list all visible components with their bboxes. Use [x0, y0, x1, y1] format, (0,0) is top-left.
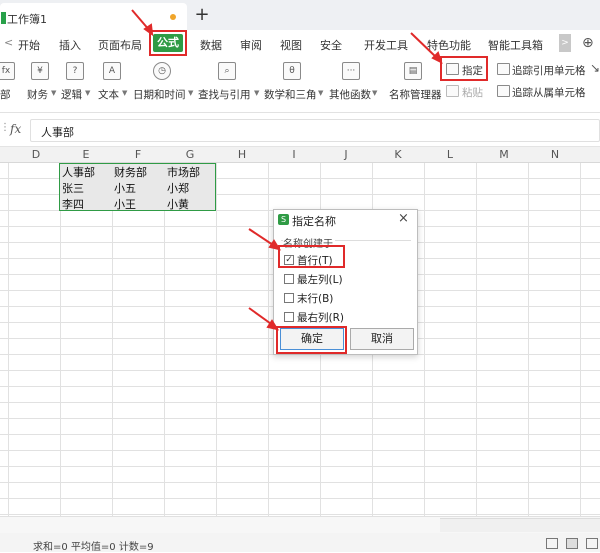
column-header-m[interactable]: M: [496, 148, 512, 161]
new-tab-button[interactable]: +: [194, 4, 210, 25]
column-header-d[interactable]: D: [30, 148, 42, 161]
chevron-down-icon[interactable]: ▼: [372, 89, 377, 97]
tab-features[interactable]: 特色功能: [427, 37, 471, 53]
fullscreen-icon[interactable]: [546, 538, 558, 549]
ribbon-math-label[interactable]: 数学和三角: [264, 87, 317, 102]
ribbon-datetime-label[interactable]: 日期和时间: [133, 87, 186, 102]
paste-button[interactable]: 粘贴: [462, 85, 483, 100]
tab-data[interactable]: 数据: [200, 37, 222, 53]
ribbon-all-label[interactable]: 部: [0, 87, 11, 102]
tab-review[interactable]: 审阅: [240, 37, 262, 53]
column-header-h[interactable]: H: [236, 148, 248, 161]
logic-icon[interactable]: ?: [66, 62, 84, 80]
cell-f2[interactable]: 小五: [114, 180, 136, 196]
formula-input[interactable]: [30, 119, 600, 142]
cell-g1[interactable]: 市场部: [167, 164, 200, 180]
tab-view[interactable]: 视图: [280, 37, 302, 53]
checkbox-left-column[interactable]: [284, 274, 294, 284]
more-tabs-button[interactable]: >: [559, 34, 571, 52]
formula-value: 人事部: [41, 126, 74, 139]
cancel-button[interactable]: 取消: [350, 328, 414, 350]
ribbon-name-manager-label[interactable]: 名称管理器: [389, 87, 442, 102]
lookup-icon[interactable]: ⌕: [218, 62, 236, 80]
cell-f1[interactable]: 财务部: [114, 164, 147, 180]
ribbon-finance-label[interactable]: 财务: [27, 87, 48, 102]
column-header-k[interactable]: K: [392, 148, 404, 161]
cell-f3[interactable]: 小王: [114, 196, 136, 212]
checkbox-bottom-row[interactable]: [284, 293, 294, 303]
checkbox-top-row[interactable]: ✓: [284, 255, 294, 265]
checkbox-right-column[interactable]: [284, 312, 294, 322]
trace-dependents-icon[interactable]: [497, 85, 510, 97]
ribbon-text-label[interactable]: 文本: [98, 87, 119, 102]
option-left-column-label[interactable]: 最左列(L): [297, 272, 343, 287]
tab-formula[interactable]: 公式: [153, 34, 183, 52]
column-header-g[interactable]: G: [184, 148, 196, 161]
dialog-app-icon: S: [278, 214, 289, 225]
status-summary: 求和=0 平均值=0 计数=9: [33, 542, 154, 553]
spreadsheet-icon: [1, 12, 6, 24]
more-functions-icon[interactable]: ···: [342, 62, 360, 80]
normal-view-icon[interactable]: [566, 538, 578, 549]
dialog-title: 指定名称: [292, 215, 336, 228]
column-header-n[interactable]: N: [548, 148, 562, 161]
column-header-i[interactable]: I: [288, 148, 300, 161]
chevron-down-icon[interactable]: ▼: [122, 89, 127, 97]
text-icon[interactable]: A: [103, 62, 121, 80]
cell-e2[interactable]: 张三: [62, 180, 84, 196]
document-tab[interactable]: 工作簿1: [0, 3, 187, 30]
tab-insert[interactable]: 插入: [59, 37, 81, 53]
column-header-l[interactable]: L: [444, 148, 456, 161]
trace-dependents-button[interactable]: 追踪从属单元格: [512, 85, 586, 100]
document-title: 工作簿1: [7, 13, 47, 26]
cell-g2[interactable]: 小郑: [167, 180, 189, 196]
option-top-row-label[interactable]: 首行(T): [297, 253, 333, 268]
group-label: 名称创建于: [283, 235, 335, 250]
remove-arrows-icon[interactable]: ↘: [590, 61, 600, 75]
option-right-column-label[interactable]: 最右列(R): [297, 310, 344, 325]
expand-icon[interactable]: ⋮: [0, 122, 10, 133]
horizontal-scrollbar[interactable]: [440, 518, 600, 532]
math-icon[interactable]: θ: [283, 62, 301, 80]
back-chevron-icon[interactable]: <: [4, 36, 13, 49]
fx-icon[interactable]: fx: [0, 62, 15, 80]
trace-precedents-button[interactable]: 追踪引用单元格: [512, 63, 586, 78]
finance-icon[interactable]: ¥: [31, 62, 49, 80]
cell-e3[interactable]: 李四: [62, 196, 84, 212]
cell-e1[interactable]: 人事部: [62, 164, 95, 180]
tab-search-icon[interactable]: ⊕: [582, 35, 594, 51]
paste-icon: [446, 85, 459, 97]
designate-icon[interactable]: [446, 63, 459, 75]
chevron-down-icon[interactable]: ▼: [254, 89, 259, 97]
page-view-icon[interactable]: [586, 538, 598, 549]
tab-security[interactable]: 安全: [320, 37, 342, 53]
ok-button[interactable]: 确定: [280, 328, 344, 350]
chevron-down-icon[interactable]: ▼: [188, 89, 193, 97]
chevron-down-icon[interactable]: ▼: [85, 89, 90, 97]
cell-g3[interactable]: 小黄: [167, 196, 189, 212]
name-manager-icon[interactable]: ▤: [404, 62, 422, 80]
fx-button[interactable]: fx: [10, 122, 21, 136]
option-bottom-row-label[interactable]: 末行(B): [297, 291, 333, 306]
column-header-j[interactable]: J: [340, 148, 352, 161]
chevron-down-icon[interactable]: ▼: [318, 89, 323, 97]
tab-home[interactable]: 开始: [18, 37, 40, 53]
column-header-f[interactable]: F: [132, 148, 144, 161]
tab-page-layout[interactable]: 页面布局: [98, 37, 142, 53]
designate-button[interactable]: 指定: [462, 63, 483, 78]
trace-precedents-icon[interactable]: [497, 63, 510, 75]
chevron-down-icon[interactable]: ▼: [51, 89, 56, 97]
unsaved-dot-icon: [170, 14, 176, 20]
tab-developer[interactable]: 开发工具: [364, 37, 408, 53]
column-header-e[interactable]: E: [80, 148, 92, 161]
clock-icon[interactable]: ◷: [153, 62, 171, 80]
ribbon-other-label[interactable]: 其他函数: [329, 87, 371, 102]
ribbon-logic-label[interactable]: 逻辑: [61, 87, 82, 102]
tab-smart-toolbox[interactable]: 智能工具箱: [488, 37, 543, 53]
close-icon[interactable]: ×: [398, 211, 409, 226]
ribbon-lookup-label[interactable]: 查找与引用: [198, 87, 251, 102]
